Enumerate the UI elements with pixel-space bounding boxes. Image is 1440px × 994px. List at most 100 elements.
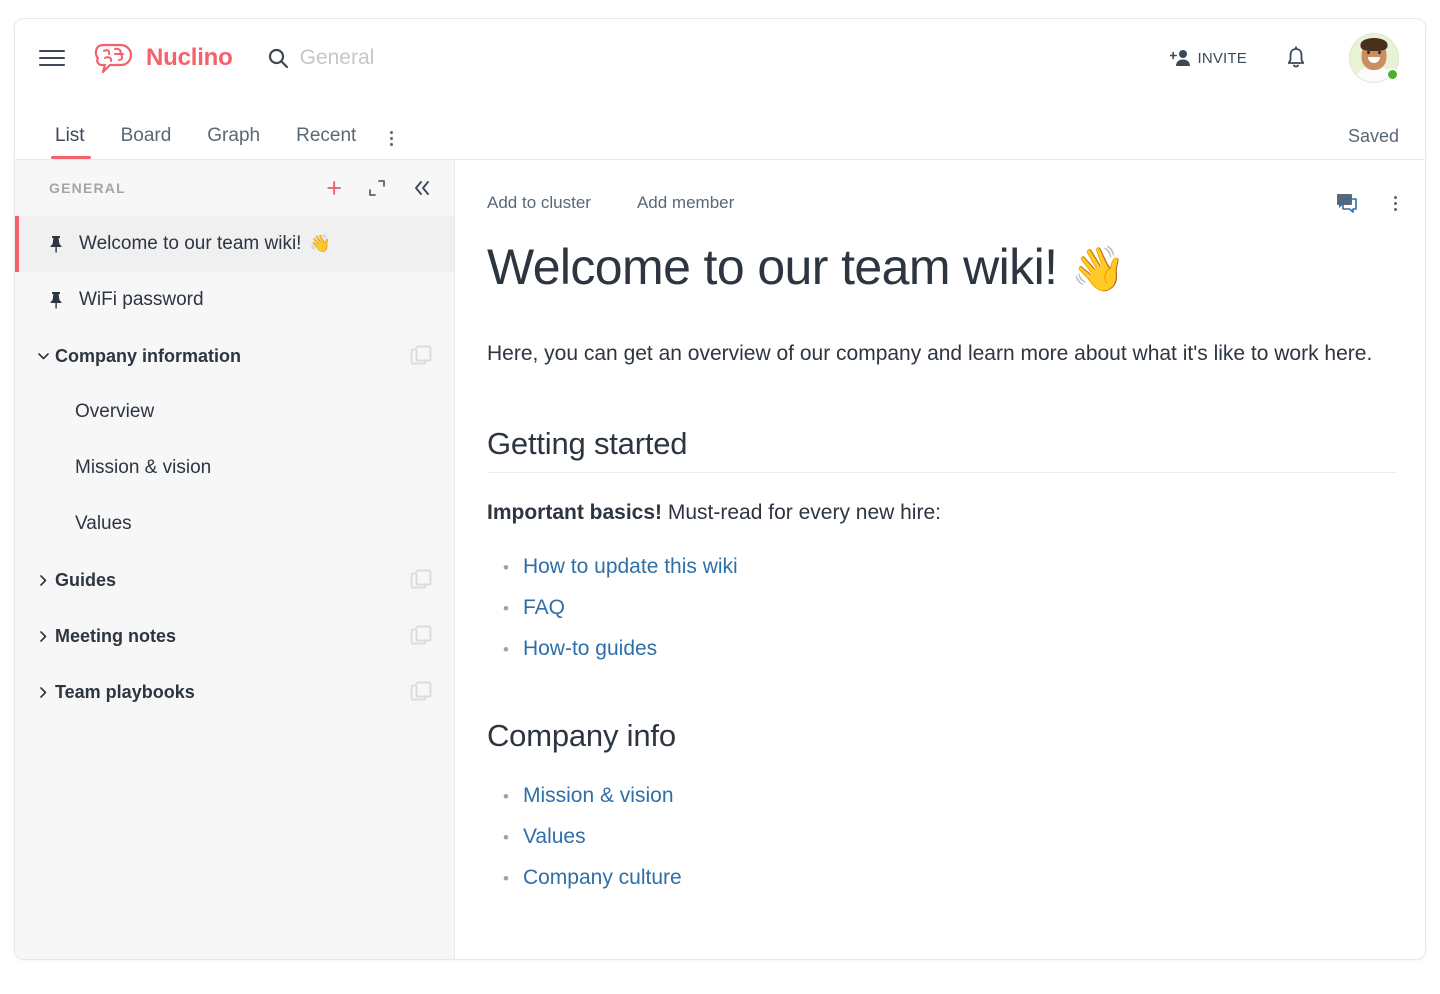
expand-icon: [369, 180, 385, 196]
list-item: • FAQ: [487, 588, 1397, 629]
add-item-button[interactable]: +: [326, 172, 342, 203]
tab-board-view[interactable]: Board: [103, 125, 190, 159]
pin-icon: [49, 291, 63, 309]
plus-icon: +: [326, 172, 342, 203]
sidebar-group-team-playbooks[interactable]: Team playbooks: [15, 664, 454, 720]
sidebar-group-meeting-notes[interactable]: Meeting notes: [15, 608, 454, 664]
main-body: GENERAL + Welcome to our team wiki! 👋 Wi…: [15, 159, 1425, 959]
cluster-icon: [410, 345, 432, 367]
comments-button[interactable]: [1336, 193, 1358, 213]
sidebar-header-actions: +: [326, 172, 432, 203]
list-item: • How to update this wiki: [487, 547, 1397, 588]
bullet-icon: •: [503, 869, 509, 888]
tab-list: List Board Graph Recent: [39, 125, 409, 159]
section-heading-company-info: Company info: [487, 718, 676, 753]
list-item: • Company culture: [487, 858, 1397, 899]
chevron-right-icon: [35, 574, 51, 586]
link-how-to-update-this-wiki[interactable]: How to update this wiki: [523, 547, 738, 587]
sidebar-title: GENERAL: [49, 180, 126, 196]
tab-label: Graph: [207, 125, 261, 146]
sidebar-item-values[interactable]: Values: [15, 496, 454, 552]
tab-list-view[interactable]: List: [39, 125, 103, 159]
sidebar-group-label: Team playbooks: [55, 681, 195, 702]
more-vertical-icon: [390, 131, 394, 146]
sidebar-item-overview[interactable]: Overview: [15, 384, 454, 440]
link-company-culture[interactable]: Company culture: [523, 858, 682, 898]
sidebar-group-label: Meeting notes: [55, 625, 177, 646]
comment-icon: [1337, 194, 1357, 213]
bullet-icon: •: [503, 599, 509, 618]
bell-icon: [1287, 46, 1305, 68]
pin-icon: [49, 235, 63, 253]
cluster-icon: [410, 569, 432, 591]
sidebar-item-welcome[interactable]: Welcome to our team wiki! 👋: [15, 216, 454, 272]
sidebar-item-label: Values: [75, 513, 132, 534]
sidebar-item-label: Overview: [75, 401, 155, 422]
chevron-double-left-icon: [415, 181, 429, 195]
add-member-button[interactable]: Add member: [637, 193, 734, 213]
document-content: Add to cluster Add member Welcome to our…: [455, 160, 1425, 959]
invite-button[interactable]: INVITE: [1170, 49, 1247, 67]
bullet-icon: •: [503, 640, 509, 659]
invite-label: INVITE: [1197, 49, 1247, 67]
brand-logo[interactable]: Nuclino: [93, 42, 233, 74]
wave-emoji: 👋: [1071, 245, 1126, 294]
lead-bold: Important basics!: [487, 501, 663, 524]
intro-paragraph: Here, you can get an overview of our com…: [487, 342, 1373, 365]
avatar[interactable]: [1349, 33, 1399, 83]
link-values[interactable]: Values: [523, 817, 586, 857]
hamburger-icon[interactable]: [39, 43, 69, 73]
collapse-sidebar-button[interactable]: [412, 179, 432, 197]
link-mission-vision[interactable]: Mission & vision: [523, 776, 674, 816]
document-more-button[interactable]: [1394, 195, 1397, 211]
link-how-to-guides[interactable]: How-to guides: [523, 629, 657, 669]
tabs-more-button[interactable]: [374, 131, 409, 159]
person-add-icon: [1170, 50, 1191, 66]
tab-graph-view[interactable]: Graph: [189, 125, 278, 159]
company-info-link-list: • Mission & vision • Values • Company cu…: [487, 776, 1397, 899]
list-item: • Values: [487, 817, 1397, 858]
nuclino-brain-icon: [94, 43, 133, 74]
list-item: • Mission & vision: [487, 776, 1397, 817]
bullet-icon: •: [503, 558, 509, 577]
page-title: Welcome to our team wiki! 👋: [487, 238, 1397, 296]
add-to-cluster-button[interactable]: Add to cluster: [487, 193, 591, 213]
tab-label: Recent: [296, 125, 357, 146]
sidebar-item-label: Welcome to our team wiki!: [79, 233, 302, 254]
sidebar: GENERAL + Welcome to our team wiki! 👋 Wi…: [15, 160, 455, 959]
save-status: Saved: [1347, 126, 1399, 146]
section-heading-getting-started: Getting started: [487, 426, 1397, 473]
sidebar-item-wifi-password[interactable]: WiFi password: [15, 272, 454, 328]
sidebar-group-company-information[interactable]: Company information: [15, 328, 454, 384]
status-badge: [1386, 68, 1399, 81]
cluster-icon: [410, 625, 432, 647]
tab-label: List: [55, 125, 85, 146]
getting-started-lead: Important basics! Must-read for every ne…: [487, 501, 1397, 525]
search-input[interactable]: General: [267, 46, 375, 70]
chevron-down-icon: [35, 352, 51, 360]
wave-emoji: 👋: [309, 234, 331, 253]
search-value: General: [299, 46, 375, 69]
bullet-icon: •: [503, 787, 509, 806]
top-bar: Nuclino General INVITE: [15, 19, 1425, 97]
getting-started-link-list: • How to update this wiki • FAQ • How-to…: [487, 547, 1397, 670]
cluster-icon: [410, 681, 432, 703]
app-window: Nuclino General INVITE List Board Graph …: [14, 18, 1426, 960]
list-item: • How-to guides: [487, 629, 1397, 670]
tab-label: Board: [120, 125, 172, 146]
link-faq[interactable]: FAQ: [523, 588, 565, 628]
sidebar-item-label: WiFi password: [79, 289, 204, 310]
view-tabs: List Board Graph Recent Saved: [15, 97, 1425, 159]
sidebar-item-mission-vision[interactable]: Mission & vision: [15, 440, 454, 496]
sidebar-header: GENERAL +: [15, 160, 454, 216]
brand-name: Nuclino: [146, 44, 233, 71]
expand-button[interactable]: [368, 179, 386, 197]
notifications-button[interactable]: [1285, 46, 1307, 70]
search-icon: [268, 48, 288, 69]
sidebar-item-label: Mission & vision: [75, 457, 212, 478]
more-vertical-icon: [1394, 195, 1397, 211]
bullet-icon: •: [503, 828, 509, 847]
sidebar-group-guides[interactable]: Guides: [15, 552, 454, 608]
tab-recent-view[interactable]: Recent: [278, 125, 374, 159]
page-title-text: Welcome to our team wiki!: [487, 239, 1058, 295]
